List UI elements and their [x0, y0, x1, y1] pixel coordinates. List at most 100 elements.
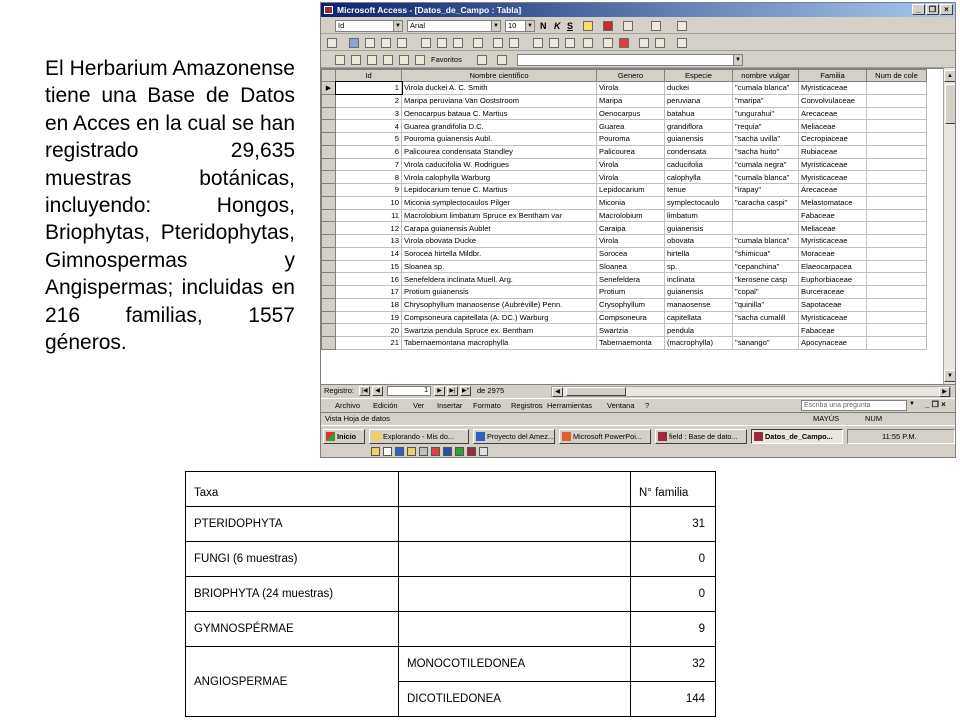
row-selector[interactable]	[321, 170, 336, 184]
table-row[interactable]: 9 Lepidocarium tenue C. Martius Lepidocari…	[321, 183, 927, 197]
table-cell[interactable]: 15	[335, 259, 402, 274]
row-selector[interactable]	[321, 259, 336, 274]
copy-icon[interactable]	[437, 38, 447, 48]
column-header[interactable]: Id	[335, 69, 402, 82]
table-cell[interactable]: guianensis	[664, 285, 733, 299]
line-color-icon[interactable]	[623, 21, 633, 31]
sort-ascending-icon[interactable]	[493, 38, 503, 48]
row-selector[interactable]	[321, 132, 336, 146]
table-row[interactable]: 10 Miconia symplectocaulos Pilger Miconia s…	[321, 195, 927, 210]
table-cell[interactable]: Protium	[596, 285, 665, 299]
table-row[interactable]: 3 Oenocarpus bataua C. Martius Oenocarpus b…	[321, 106, 927, 121]
table-cell[interactable]	[866, 81, 927, 95]
table-cell[interactable]	[732, 208, 799, 223]
table-cell[interactable]: Arecaceae	[798, 183, 867, 197]
excel-icon[interactable]	[455, 447, 464, 456]
table-cell[interactable]: 19	[335, 310, 402, 325]
outlook-icon[interactable]	[479, 447, 488, 456]
word-icon[interactable]	[443, 447, 452, 456]
table-cell[interactable]: 13	[335, 234, 402, 248]
table-cell[interactable]: 2	[335, 93, 402, 108]
table-cell[interactable]	[866, 93, 927, 108]
table-cell[interactable]: 10	[335, 195, 402, 210]
menu-item[interactable]: Ver	[413, 401, 424, 411]
table-cell[interactable]: Meliaceae	[798, 119, 867, 133]
table-cell[interactable]: Swartzia	[596, 323, 665, 337]
table-cell[interactable]: 18	[335, 297, 402, 312]
table-cell[interactable]: "cumala negra"	[732, 157, 799, 172]
table-cell[interactable]: 5	[335, 132, 402, 146]
table-cell[interactable]: manaosense	[664, 297, 733, 312]
table-cell[interactable]: Sorocea hirtella Mildbr.	[401, 246, 597, 261]
table-cell[interactable]	[866, 157, 927, 172]
table-cell[interactable]: Myristicaceae	[798, 310, 867, 325]
table-cell[interactable]: Chrysophyllum manaosense (Aubréville) Pe…	[401, 297, 597, 312]
fill-color-icon[interactable]	[583, 21, 593, 31]
row-selector[interactable]	[321, 221, 336, 235]
table-row[interactable]: 18 Chrysophyllum manaosense (Aubréville) …	[321, 297, 927, 312]
table-cell[interactable]: peruviana	[664, 93, 733, 108]
table-cell[interactable]: Miconia symplectocaulos Pilger	[401, 195, 597, 210]
table-row[interactable]: 20 Swartzia pendula Spruce ex. Bentham Swa…	[321, 323, 927, 337]
scroll-up-icon[interactable]: ▲	[944, 70, 955, 82]
table-cell[interactable]: "irapay"	[732, 183, 799, 197]
column-header[interactable]: nombre vulgar	[732, 69, 799, 82]
font-color-icon[interactable]	[603, 21, 613, 31]
table-cell[interactable]	[866, 336, 927, 350]
table-cell[interactable]: 8	[335, 170, 402, 184]
new-object-icon[interactable]	[655, 38, 665, 48]
table-row[interactable]: 6 Palicourea condensata Standley Palicoure…	[321, 144, 927, 159]
table-cell[interactable]	[866, 285, 927, 299]
table-cell[interactable]: Sorocea	[596, 246, 665, 261]
table-cell[interactable]: Moraceae	[798, 246, 867, 261]
table-cell[interactable]	[866, 132, 927, 146]
table-cell[interactable]: obovata	[664, 234, 733, 248]
scroll-right-icon[interactable]: ▶	[939, 387, 950, 397]
table-cell[interactable]: Crysophyllum	[596, 297, 665, 312]
column-header[interactable]: Num de cole	[866, 69, 927, 82]
refresh-icon[interactable]	[383, 55, 393, 65]
spelling-icon[interactable]	[397, 38, 407, 48]
table-cell[interactable]	[866, 234, 927, 248]
table-cell[interactable]: Sapotaceae	[798, 297, 867, 312]
table-cell[interactable]: Arecaceae	[798, 106, 867, 121]
table-cell[interactable]: pendula	[664, 323, 733, 337]
table-cell[interactable]: Palicourea	[596, 144, 665, 159]
current-record-icon[interactable]: ▶	[321, 81, 336, 95]
table-cell[interactable]: "cumala blanca"	[732, 170, 799, 184]
vertical-scrollbar[interactable]: ▲ ▼	[943, 68, 955, 384]
table-cell[interactable]: sp.	[664, 259, 733, 274]
menu-item[interactable]: Formato	[473, 401, 501, 411]
table-cell[interactable]: "kerosene casp	[732, 272, 799, 286]
taskbar-button[interactable]: Explorando - Mis do...	[369, 429, 469, 444]
table-cell[interactable]: Euphorbiaceae	[798, 272, 867, 286]
table-cell[interactable]: Meliaceae	[798, 221, 867, 235]
chevron-down-icon[interactable]: ▼	[909, 401, 915, 407]
help-question-box[interactable]: Escriba una pregunta	[801, 400, 907, 411]
row-selector[interactable]	[321, 144, 336, 159]
row-selector[interactable]	[321, 157, 336, 172]
table-cell[interactable]: Virola obovata Ducke	[401, 234, 597, 248]
new-record-nav-icon[interactable]: ▶*	[460, 386, 471, 396]
find-icon[interactable]	[583, 38, 593, 48]
gridlines-icon[interactable]	[651, 21, 661, 31]
browser-icon[interactable]	[395, 447, 404, 456]
table-cell[interactable]: "requia"	[732, 119, 799, 133]
table-cell[interactable]: Convolvulaceae	[798, 93, 867, 108]
stop-icon[interactable]	[367, 55, 377, 65]
desktop-icon[interactable]	[419, 447, 428, 456]
help-icon[interactable]	[677, 38, 687, 48]
table-row[interactable]: 7 Virola caducifolia W. Rodrigues Virola ca…	[321, 157, 927, 172]
table-cell[interactable]: limbatum	[664, 208, 733, 223]
table-cell[interactable]: Cecropiaceae	[798, 132, 867, 146]
table-cell[interactable]	[866, 106, 927, 121]
show-web-toolbar-icon[interactable]	[497, 55, 507, 65]
menu-item[interactable]: Archivo	[335, 401, 360, 411]
table-cell[interactable]: Guarea	[596, 119, 665, 133]
apply-filter-icon[interactable]	[565, 38, 575, 48]
table-cell[interactable]	[866, 144, 927, 159]
table-cell[interactable]	[866, 272, 927, 286]
table-cell[interactable]: Maripa	[596, 93, 665, 108]
taskbar-button[interactable]: field : Base de dato...	[655, 429, 747, 444]
table-cell[interactable]: "cepanchina"	[732, 259, 799, 274]
